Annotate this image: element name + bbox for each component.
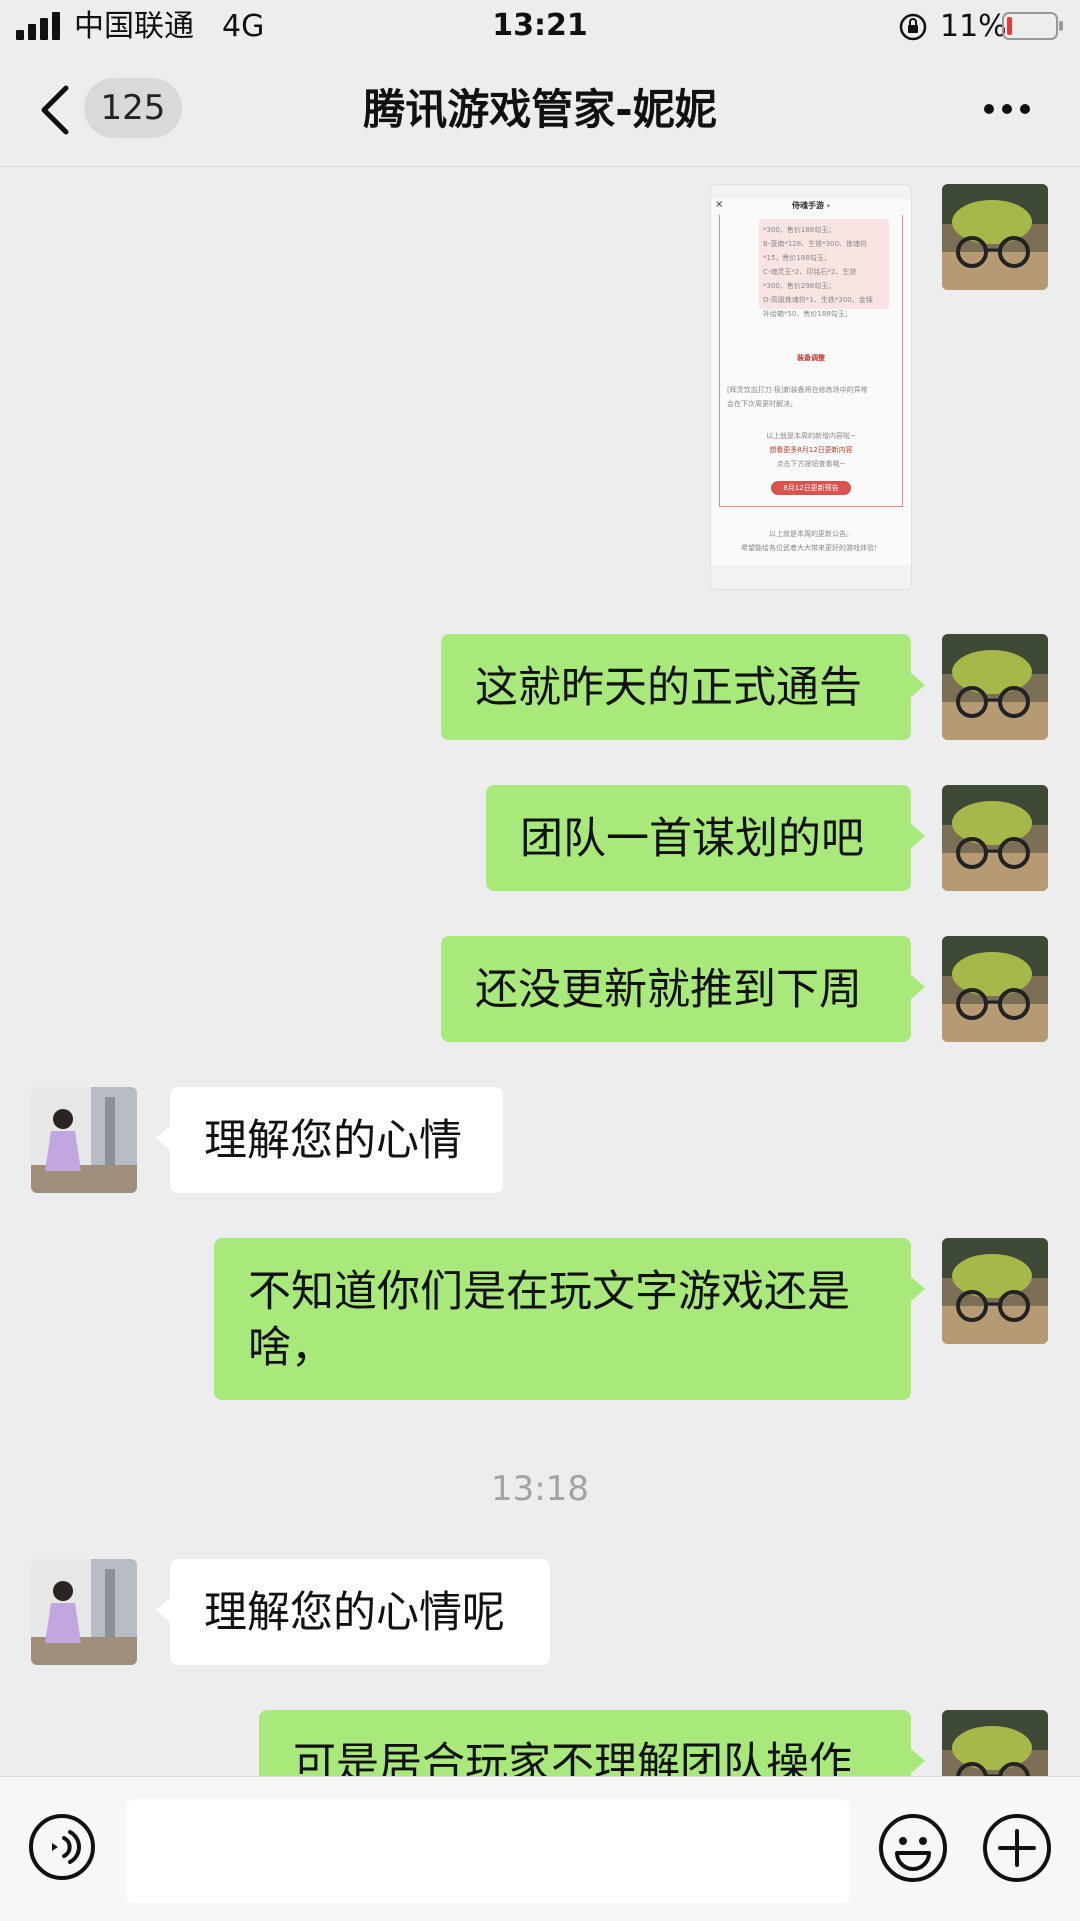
voice-icon[interactable]	[28, 1813, 96, 1881]
contact-message-bubble[interactable]: 理解您的心情	[156, 1087, 503, 1193]
my-avatar[interactable]	[942, 634, 1048, 740]
rotation-lock-icon	[899, 13, 927, 41]
image-body-line: 以上就是本周的新增内容啦~	[766, 432, 856, 440]
image-header: 侍魂手游 ›	[791, 201, 831, 210]
image-footer-line: 以上就是本周的更新公告。	[769, 530, 853, 538]
message-text: 不知道你们是在玩文字游戏还是啥，	[248, 1267, 850, 1373]
image-body-line: [辉灵饮血打刀·极]新装备将在修炼场中的异常	[727, 386, 868, 394]
image-body-line: 想看更多8月12日更新内容	[769, 446, 853, 454]
chat-title: 腾讯游戏管家-妮妮	[363, 85, 717, 134]
message-input[interactable]	[126, 1799, 850, 1903]
image-line: *300，售价298勾玉；	[763, 282, 836, 290]
battery-percent: 11%	[940, 9, 1007, 44]
message-text: 理解您的心情呢	[204, 1588, 505, 1638]
avatar-image	[942, 1238, 1048, 1344]
message-text: 还没更新就推到下周	[475, 965, 862, 1015]
message-text: 团队一首谋划的吧	[520, 814, 864, 864]
my-avatar[interactable]	[942, 936, 1048, 1042]
my-message-bubble[interactable]: 团队一首谋划的吧	[486, 785, 925, 891]
chat-header: 125 腾讯游戏管家-妮妮	[0, 54, 1080, 167]
image-message[interactable]: 侍魂手游 › × *300，售价188勾玉； B-菠南*128、生铁*300、炼…	[710, 184, 912, 590]
image-line: C-魂灵玉*2、印铭石*2、生铁	[763, 268, 857, 276]
image-section-title: 装备调整	[797, 354, 825, 362]
image-preview-button: 8月12日更新预告	[771, 481, 851, 495]
image-body-line: 点击下方按钮查看哦~	[776, 460, 846, 468]
my-avatar[interactable]	[942, 184, 1048, 290]
avatar-image	[942, 634, 1048, 740]
avatar-image	[942, 936, 1048, 1042]
more-dots-icon[interactable]	[982, 102, 1032, 116]
contact-message-bubble[interactable]: 理解您的心情呢	[156, 1559, 550, 1665]
status-bar: 中国联通 4G 13:21 11%	[0, 0, 1080, 54]
image-body-line: 会在下次周更时解决。	[727, 400, 797, 408]
my-message-bubble[interactable]: 还没更新就推到下周	[441, 936, 925, 1042]
image-line: D-高级炼魂符*1、生铁*300、金锦	[763, 296, 873, 304]
contact-avatar[interactable]	[31, 1559, 137, 1665]
image-line: *300，售价188勾玉；	[763, 226, 836, 234]
my-message-bubble[interactable]: 这就昨天的正式通告	[441, 634, 925, 740]
message-text: 这就昨天的正式通告	[475, 663, 862, 713]
my-avatar[interactable]	[942, 1238, 1048, 1344]
time-divider: 13:18	[491, 1469, 589, 1509]
avatar-image	[942, 785, 1048, 891]
my-message-bubble[interactable]: 不知道你们是在玩文字游戏还是啥，	[214, 1238, 925, 1400]
image-footer-line: 希望能给各位武者大大带来更好的游戏体验！	[741, 544, 881, 552]
image-nav-strip	[711, 565, 911, 589]
avatar-image	[31, 1559, 137, 1665]
image-line: 补给箱*50，售价188勾玉；	[763, 310, 852, 318]
plus-circle-icon[interactable]	[982, 1813, 1052, 1883]
my-avatar[interactable]	[942, 785, 1048, 891]
message-text: 理解您的心情	[204, 1116, 462, 1166]
avatar-image	[942, 184, 1048, 290]
contact-avatar[interactable]	[31, 1087, 137, 1193]
emoji-icon[interactable]	[878, 1813, 948, 1883]
battery-icon	[1002, 12, 1063, 40]
image-line: *15，售价188勾玉；	[763, 254, 831, 262]
image-line: B-菠南*128、生铁*300、炼魂符	[763, 240, 868, 248]
avatar-image	[31, 1087, 137, 1193]
image-close-icon: ×	[715, 199, 724, 210]
input-bar	[0, 1776, 1080, 1921]
